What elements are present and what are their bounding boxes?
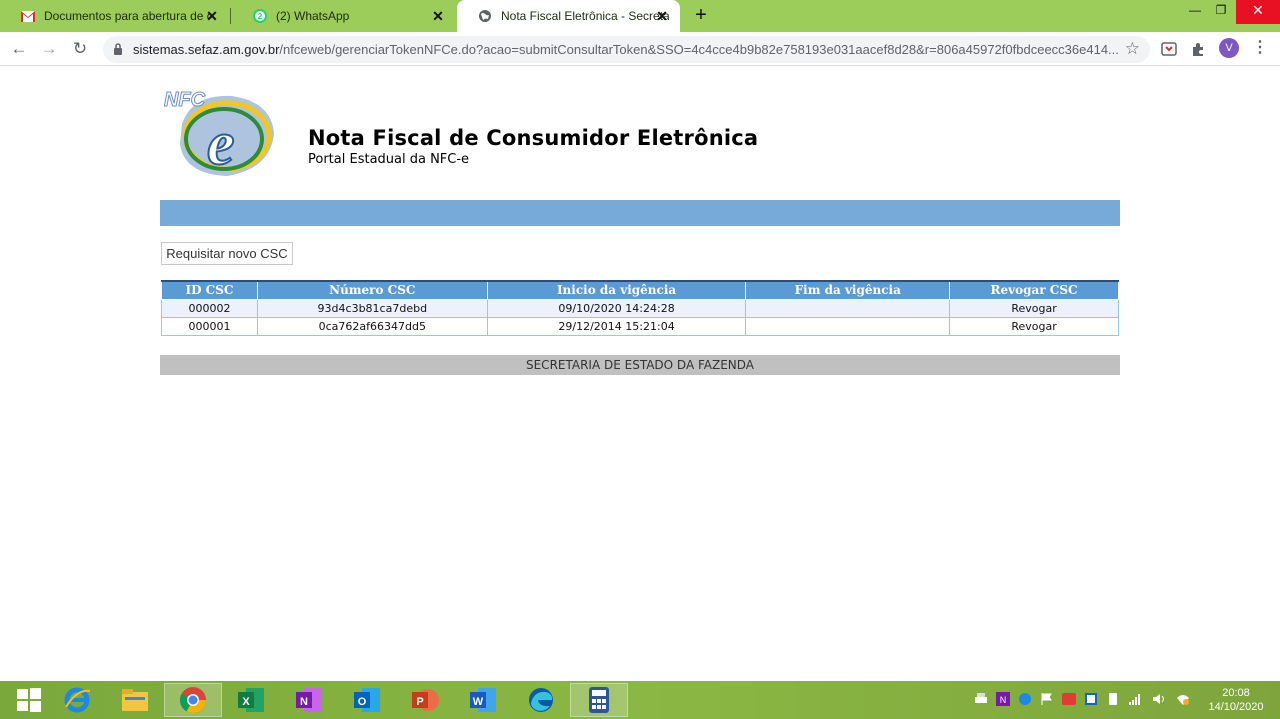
signal-icon[interactable] <box>1128 692 1142 706</box>
cell-fim <box>745 316 951 336</box>
onenote-tray-icon[interactable]: N <box>996 692 1010 706</box>
network-app-icon[interactable] <box>1084 692 1098 706</box>
gmail-icon <box>20 8 36 24</box>
header-id-csc: ID CSC <box>161 280 258 300</box>
cell-id: 000001 <box>161 316 258 336</box>
whatsapp-icon: 2 <box>252 8 268 24</box>
edge-icon[interactable] <box>512 683 570 717</box>
tab-title: (2) WhatsApp <box>276 9 350 23</box>
address-bar[interactable]: sistemas.sefaz.am.gov.br/nfceweb/gerenci… <box>103 36 1150 63</box>
calculator-icon[interactable] <box>570 683 628 717</box>
globe-icon <box>477 8 493 24</box>
teams-tray-icon[interactable] <box>1018 692 1032 706</box>
page-footer: SECRETARIA DE ESTADO DA FAZENDA <box>160 355 1120 375</box>
volume-icon[interactable] <box>1152 692 1166 706</box>
close-tab-icon[interactable]: ✕ <box>430 8 446 24</box>
tab-nfce-active[interactable]: Nota Fiscal Eletrônica - Secretaria ✕ <box>457 0 680 32</box>
cell-numero: 0ca762af66347dd5 <box>256 316 488 336</box>
request-new-csc-button[interactable]: Requisitar novo CSC <box>161 242 293 265</box>
bookmark-star-icon[interactable]: ☆ <box>1125 39 1140 59</box>
restore-button[interactable]: ❐ <box>1206 0 1236 24</box>
cell-id: 000002 <box>161 298 258 318</box>
windows-taskbar: X N O P W N <box>0 681 1280 719</box>
forward-arrow-icon[interactable]: → <box>38 38 60 60</box>
cell-inicio: 29/12/2014 15:21:04 <box>486 316 747 336</box>
header-fim-vigencia: Fim da vigência <box>745 280 951 300</box>
wifi-warning-icon[interactable] <box>1176 692 1190 706</box>
profile-avatar[interactable]: V <box>1219 38 1239 58</box>
chrome-icon[interactable] <box>164 683 222 717</box>
revoke-link[interactable]: Revogar <box>949 316 1119 336</box>
logo-letter: e <box>207 110 235 178</box>
page-title: Nota Fiscal de Consumidor Eletrônica <box>308 126 759 150</box>
new-tab-button[interactable]: + <box>690 5 712 27</box>
svg-text:P: P <box>416 696 423 708</box>
header-numero-csc: Número CSC <box>256 280 488 300</box>
page-subtitle: Portal Estadual da NFC-e <box>308 152 470 167</box>
cell-fim <box>745 298 951 318</box>
word-icon[interactable]: W <box>454 683 512 717</box>
revoke-link[interactable]: Revogar <box>949 298 1119 318</box>
nfce-logo: e NFC <box>164 89 274 179</box>
internet-explorer-icon[interactable] <box>48 683 106 717</box>
tab-title: Documentos para abertura de co <box>44 9 209 23</box>
csc-table: ID CSC Número CSC Inicio da vigência Fim… <box>161 280 1119 336</box>
svg-text:N: N <box>1000 695 1007 705</box>
extensions-puzzle-icon[interactable] <box>1190 40 1208 58</box>
svg-text:O: O <box>358 696 367 708</box>
tab-separator <box>230 8 231 24</box>
header-inicio-vigencia: Inicio da vigência <box>486 280 747 300</box>
taskbar-clock[interactable]: 20:08 14/10/2020 <box>1200 686 1272 714</box>
close-tab-icon[interactable]: ✕ <box>654 8 670 24</box>
svg-text:W: W <box>473 696 484 708</box>
svg-text:2: 2 <box>258 12 263 21</box>
flag-icon[interactable] <box>1040 692 1054 706</box>
cell-inicio: 09/10/2020 14:24:28 <box>486 298 747 318</box>
tab-title: Nota Fiscal Eletrônica - Secretaria <box>501 9 669 23</box>
antivirus-icon[interactable] <box>1062 692 1076 706</box>
svg-text:N: N <box>300 696 308 708</box>
device-icon[interactable] <box>1106 692 1120 706</box>
lock-icon <box>114 43 122 55</box>
printer-icon[interactable] <box>974 692 988 706</box>
clock-date: 14/10/2020 <box>1208 701 1264 713</box>
table-row: 000002 93d4c3b81ca7debd 09/10/2020 14:24… <box>161 298 1119 318</box>
header-revogar-csc: Revogar CSC <box>949 280 1119 300</box>
table-row: 000001 0ca762af66347dd5 29/12/2014 15:21… <box>161 316 1119 336</box>
back-arrow-icon[interactable]: ← <box>8 38 30 60</box>
tab-strip: Documentos para abertura de co ✕ 2 (2) W… <box>0 0 1280 32</box>
tab-whatsapp[interactable]: 2 (2) WhatsApp ✕ <box>232 0 456 32</box>
pocket-extension-icon[interactable] <box>1160 40 1178 58</box>
onenote-icon[interactable]: N <box>280 683 338 717</box>
logo-text: NFC <box>164 89 206 111</box>
header-bar <box>160 200 1120 226</box>
clock-time: 20:08 <box>1222 687 1250 699</box>
tab-gmail[interactable]: Documentos para abertura de co ✕ <box>0 0 231 32</box>
excel-icon[interactable]: X <box>222 683 280 717</box>
file-explorer-icon[interactable] <box>106 683 164 717</box>
close-tab-icon[interactable]: ✕ <box>204 8 220 24</box>
table-header-row: ID CSC Número CSC Inicio da vigência Fim… <box>161 280 1119 300</box>
close-window-button[interactable]: ✕ <box>1236 0 1280 24</box>
outlook-icon[interactable]: O <box>338 683 396 717</box>
powerpoint-icon[interactable]: P <box>396 683 454 717</box>
browser-menu-icon[interactable]: ⋮ <box>1252 40 1268 58</box>
svg-text:X: X <box>242 696 250 708</box>
url-text: sistemas.sefaz.am.gov.br/nfceweb/gerenci… <box>133 42 1118 57</box>
browser-toolbar: ← → ↻ sistemas.sefaz.am.gov.br/nfceweb/g… <box>0 32 1280 66</box>
reload-icon[interactable]: ↻ <box>69 38 91 60</box>
cell-numero: 93d4c3b81ca7debd <box>256 298 488 318</box>
